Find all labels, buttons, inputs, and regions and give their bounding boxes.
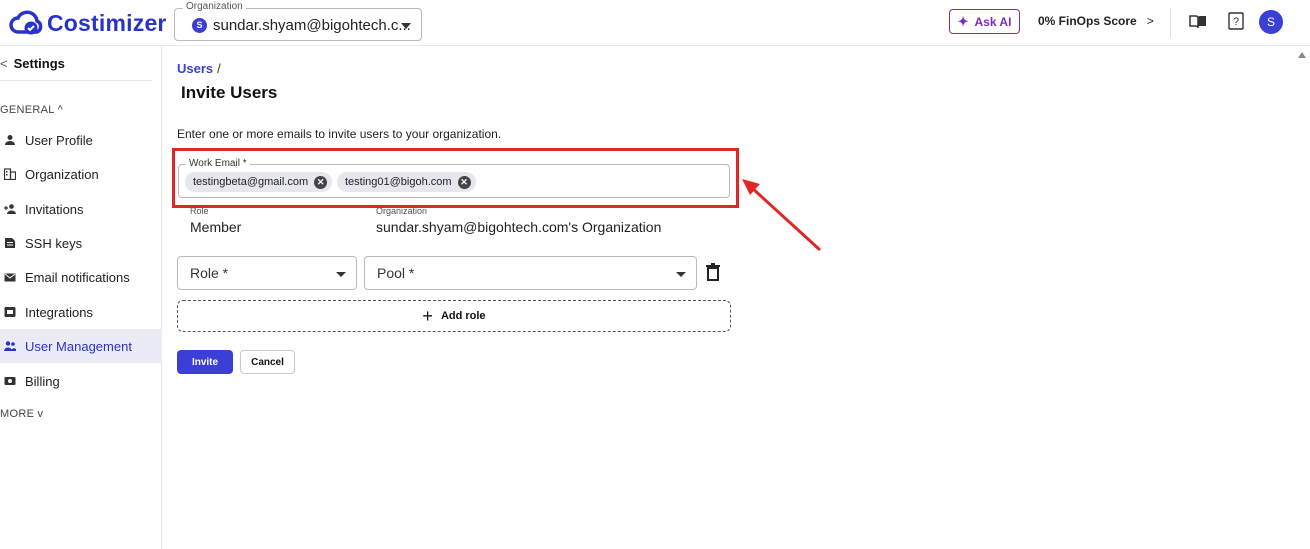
sidebar-item-integrations[interactable]: Integrations bbox=[0, 295, 162, 329]
annotation-arrow-icon bbox=[742, 179, 822, 252]
sidebar-item-label: Billing bbox=[25, 373, 60, 389]
logo-text: Costimizer bbox=[47, 9, 167, 36]
add-role-button[interactable]: + Add role bbox=[177, 300, 731, 332]
integration-icon bbox=[4, 307, 16, 317]
add-role-label: Add role bbox=[440, 310, 486, 322]
sparkle-icon: ✦ bbox=[957, 13, 969, 29]
sidebar-item-label: Integrations bbox=[25, 304, 93, 320]
pool-select-label: Pool * bbox=[377, 265, 415, 281]
role-select[interactable]: Role * bbox=[177, 256, 357, 290]
svg-text:?: ? bbox=[1233, 16, 1239, 28]
organization-value: sundar.shyam@bigohtech.com's Organizatio… bbox=[376, 219, 662, 235]
cancel-button[interactable]: Cancel bbox=[240, 350, 295, 374]
annotation-highlight-box bbox=[172, 148, 739, 208]
finops-score-label: 0% FinOps Score bbox=[1038, 14, 1137, 28]
sidebar-item-label: User Management bbox=[25, 338, 132, 354]
finops-score-link[interactable]: 0% FinOps Score > bbox=[1038, 14, 1154, 28]
building-icon bbox=[4, 168, 16, 180]
sidebar-divider bbox=[0, 80, 152, 81]
caret-down-icon bbox=[336, 272, 346, 277]
sidebar-item-label: SSH keys bbox=[25, 235, 83, 251]
organization-select[interactable]: Organization S sundar.shyam@bigohtech.c.… bbox=[174, 1, 422, 41]
caret-down-icon bbox=[676, 272, 686, 277]
sidebar-item-label: Email notifications bbox=[25, 269, 130, 285]
sidebar-item-label: Organization bbox=[25, 166, 99, 182]
sidebar-item-ssh-keys[interactable]: SSH keys bbox=[0, 226, 162, 260]
sidebar-item-user-management[interactable]: User Management bbox=[0, 329, 162, 363]
top-header: Costimizer Organization S sundar.shyam@b… bbox=[0, 0, 1310, 46]
settings-back-link[interactable]: < Settings bbox=[0, 56, 65, 71]
sidebar-item-organization[interactable]: Organization bbox=[0, 157, 162, 191]
breadcrumb: Users / bbox=[177, 61, 221, 76]
role-select-label: Role * bbox=[190, 265, 229, 281]
role-label: Role bbox=[190, 206, 209, 216]
sidebar-item-invitations[interactable]: Invitations bbox=[0, 192, 162, 226]
chevron-right-icon: > bbox=[1146, 14, 1154, 28]
cloud-check-logo-icon bbox=[9, 10, 43, 35]
org-avatar: S bbox=[192, 18, 207, 33]
sidebar-item-email-notifications[interactable]: Email notifications bbox=[0, 260, 162, 294]
ask-ai-button[interactable]: ✦ Ask AI bbox=[949, 9, 1020, 34]
organization-select-label: Organization bbox=[183, 1, 246, 12]
mail-icon bbox=[4, 273, 16, 282]
scroll-up-icon[interactable] bbox=[1298, 52, 1306, 58]
breadcrumb-users-link[interactable]: Users bbox=[177, 61, 213, 76]
header-divider bbox=[1170, 8, 1171, 38]
person-icon bbox=[5, 135, 15, 145]
section-general-toggle[interactable]: GENERAL ^ bbox=[0, 104, 63, 116]
settings-sidebar: < Settings GENERAL ^ User Profile Organiz… bbox=[0, 46, 162, 549]
sidebar-item-label: User Profile bbox=[25, 132, 93, 148]
sidebar-item-label: Invitations bbox=[25, 201, 84, 217]
section-more-toggle[interactable]: MORE v bbox=[0, 408, 43, 420]
plus-icon: + bbox=[422, 306, 433, 326]
book-icon[interactable] bbox=[1189, 15, 1207, 29]
organization-select-value: sundar.shyam@bigohtech.c... bbox=[213, 17, 411, 34]
intro-text: Enter one or more emails to invite users… bbox=[177, 127, 502, 141]
invite-button[interactable]: Invite bbox=[177, 350, 233, 374]
users-icon bbox=[4, 341, 16, 351]
trash-icon[interactable] bbox=[706, 263, 720, 281]
ask-ai-label: Ask AI bbox=[974, 14, 1012, 29]
pool-select[interactable]: Pool * bbox=[364, 256, 697, 290]
billing-icon bbox=[4, 377, 16, 385]
chevron-left-icon: < bbox=[0, 56, 8, 71]
page-title: Invite Users bbox=[181, 83, 278, 102]
logo[interactable]: Costimizer bbox=[9, 8, 167, 38]
key-icon bbox=[5, 238, 15, 248]
sidebar-item-billing[interactable]: Billing bbox=[0, 364, 162, 398]
caret-down-icon bbox=[401, 23, 411, 29]
help-icon[interactable]: ? bbox=[1228, 12, 1244, 30]
sidebar-item-user-profile[interactable]: User Profile bbox=[0, 123, 162, 157]
role-value: Member bbox=[190, 219, 242, 235]
settings-back-label: Settings bbox=[13, 56, 65, 71]
breadcrumb-separator: / bbox=[217, 61, 221, 76]
invite-icon bbox=[4, 204, 16, 214]
user-avatar[interactable]: S bbox=[1259, 10, 1283, 34]
organization-label: Organization bbox=[376, 206, 428, 216]
